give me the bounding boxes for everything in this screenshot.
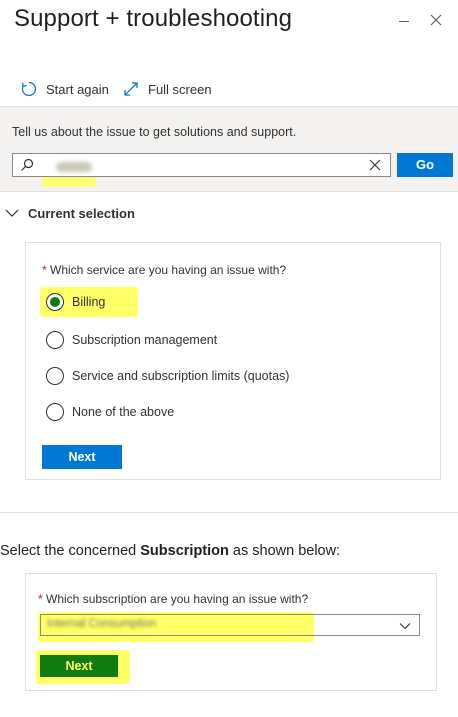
radio-button[interactable] [46, 367, 64, 385]
radio-label: Service and subscription limits (quotas) [72, 369, 290, 383]
radio-button[interactable] [46, 331, 64, 349]
subscription-dropdown[interactable]: Internal Consumption [40, 614, 420, 636]
toolbar: Start again Full screen [0, 76, 458, 102]
search-prompt: Tell us about the issue to get solutions… [12, 125, 297, 139]
service-question-card: * Which service are you having an issue … [25, 242, 441, 480]
start-again-button[interactable]: Start again [20, 76, 109, 102]
instruction-prefix: Select the concerned [0, 543, 141, 559]
service-question-label: * Which service are you having an issue … [42, 263, 286, 277]
current-selection-header[interactable]: Current selection [0, 200, 458, 226]
radio-button[interactable] [46, 403, 64, 421]
subscription-question-text: Which subscription are you having an iss… [46, 592, 309, 606]
radio-label: Billing [72, 295, 106, 309]
chevron-down-icon [5, 209, 19, 217]
instruction-suffix: as shown below: [228, 543, 341, 559]
refresh-icon [21, 81, 37, 97]
start-again-label: Start again [46, 81, 109, 97]
subscription-question-card: * Which subscription are you having an i… [25, 573, 437, 691]
radio-button-selected[interactable] [46, 293, 64, 311]
subscription-selected-value: Internal Consumption [47, 618, 157, 630]
chevron-down-icon [399, 623, 411, 630]
radio-option-subscription-management[interactable]: Subscription management [46, 329, 217, 351]
go-button[interactable]: Go [397, 153, 453, 177]
close-icon[interactable] [426, 10, 446, 30]
current-selection-label: Current selection [28, 205, 135, 221]
required-marker: * [42, 263, 47, 277]
clear-icon[interactable] [368, 158, 382, 172]
subscription-next-button[interactable]: Next [40, 655, 118, 677]
expand-icon [124, 82, 138, 96]
instruction-bold: Subscription [140, 543, 229, 559]
required-marker: * [38, 592, 43, 606]
section-divider [0, 512, 458, 513]
radio-option-none[interactable]: None of the above [46, 401, 174, 423]
minimize-icon[interactable] [396, 10, 416, 30]
radio-option-service-limits[interactable]: Service and subscription limits (quotas) [46, 365, 289, 387]
subscription-question-label: * Which subscription are you having an i… [38, 592, 308, 606]
redacted-search-text [56, 162, 92, 172]
service-question-text: Which service are you having an issue wi… [50, 263, 287, 277]
radio-label: None of the above [72, 405, 175, 419]
full-screen-button[interactable]: Full screen [122, 76, 212, 102]
search-icon [21, 158, 34, 171]
subscription-instruction: Select the concerned Subscription as sho… [0, 543, 340, 559]
panel-header: Support + troubleshooting [0, 0, 458, 60]
page-title: Support + troubleshooting [14, 5, 293, 32]
search-panel: Tell us about the issue to get solutions… [0, 106, 458, 192]
full-screen-label: Full screen [148, 81, 212, 97]
radio-option-billing[interactable]: Billing [46, 291, 105, 313]
next-button[interactable]: Next [42, 445, 122, 469]
radio-label: Subscription management [72, 333, 218, 347]
